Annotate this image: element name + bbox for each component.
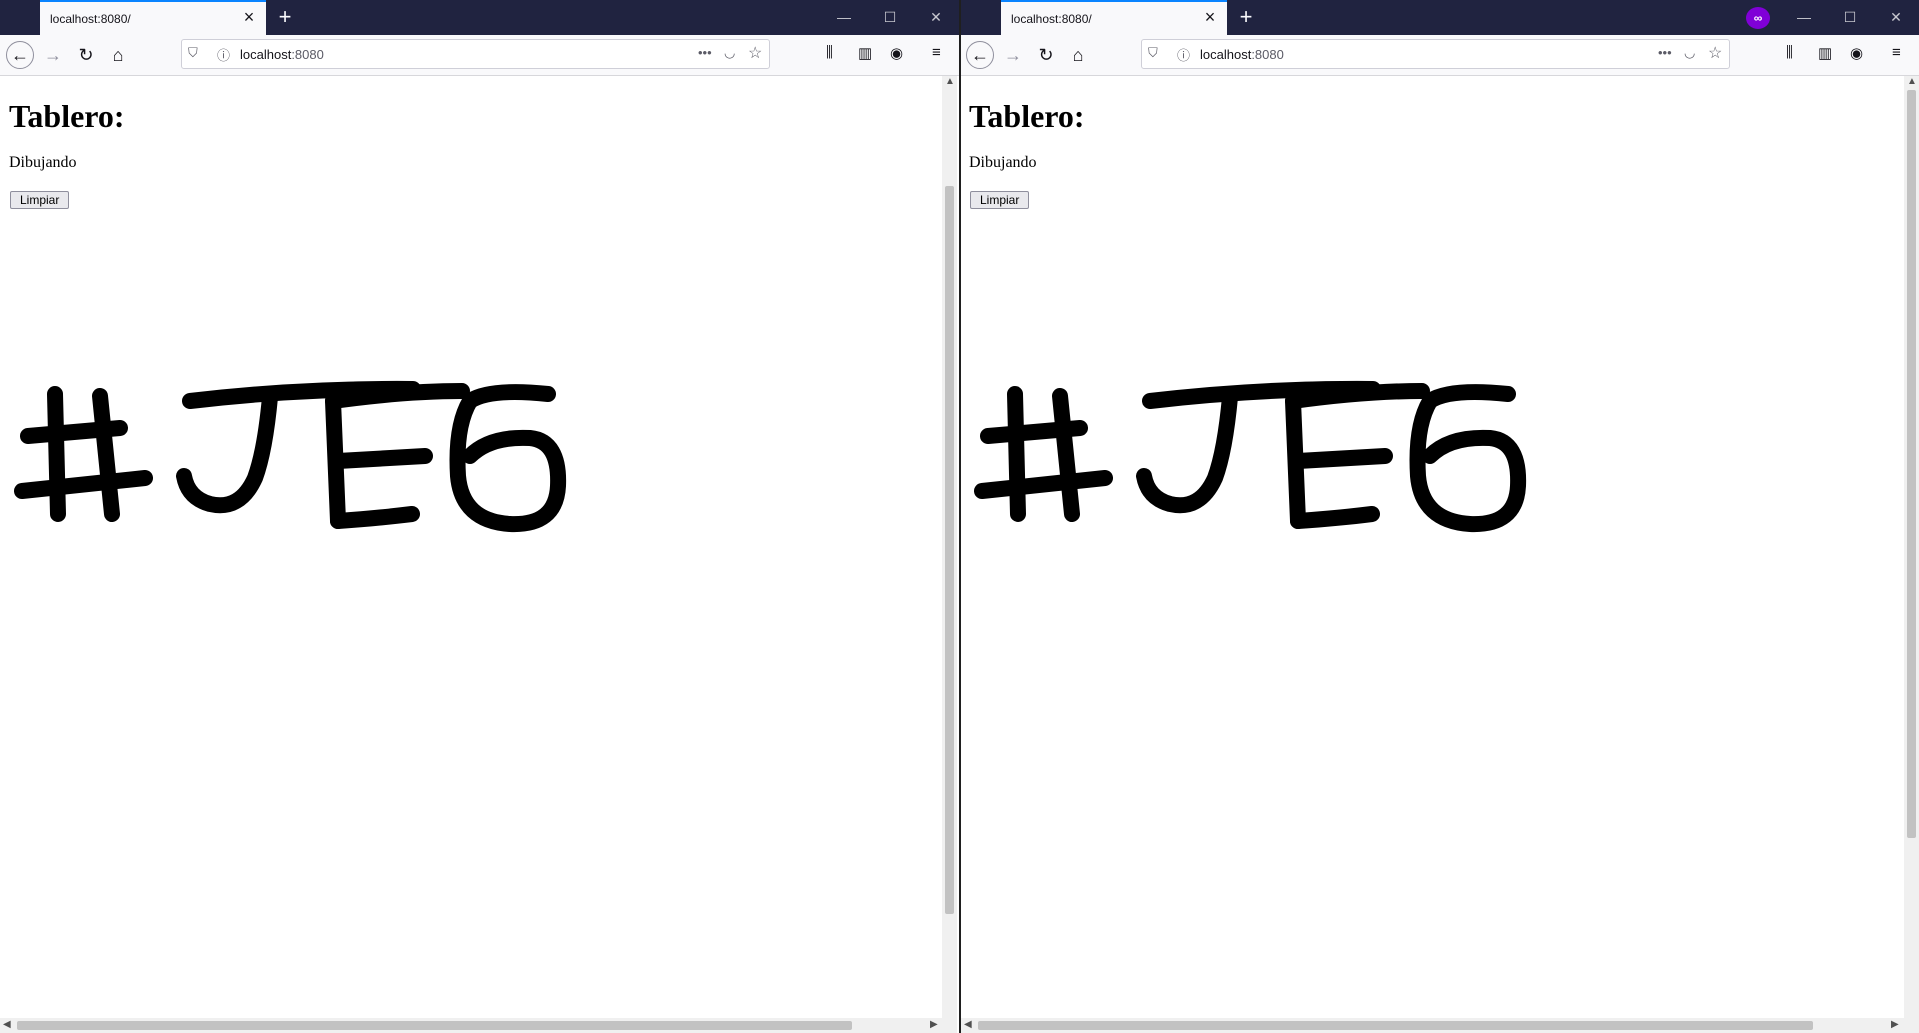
minimize-icon[interactable]: —: [821, 0, 867, 35]
sidebar-icon[interactable]: ▥: [858, 44, 872, 62]
drawing-canvas[interactable]: [961, 276, 1560, 576]
arrow-left-icon[interactable]: ←: [6, 41, 34, 69]
info-icon[interactable]: ⓘ: [217, 45, 230, 64]
scroll-up-icon[interactable]: ▲: [945, 76, 955, 87]
navigation-toolbar: ← → ↻ ⌂ ⛉ ⓘ localhost:8080 ••• ◡ ☆ ⫼ ▥ ◉…: [0, 35, 959, 76]
pocket-icon[interactable]: ◡: [1684, 45, 1695, 61]
vertical-scroll-thumb[interactable]: [945, 186, 954, 914]
home-icon[interactable]: ⌂: [1064, 41, 1092, 69]
page-title: Tablero:: [9, 98, 125, 134]
status-text: Dibujando: [969, 154, 1037, 171]
more-icon[interactable]: •••: [1658, 45, 1672, 60]
hamburger-menu-icon[interactable]: ≡: [1892, 44, 1901, 61]
navigation-toolbar: ← → ↻ ⌂ ⛉ ⓘ localhost:8080 ••• ◡ ☆ ⫼ ▥ ◉…: [961, 35, 1919, 76]
close-window-icon[interactable]: ✕: [1873, 0, 1919, 35]
close-window-icon[interactable]: ✕: [913, 0, 959, 35]
account-icon[interactable]: ◉: [1850, 44, 1863, 62]
shield-icon[interactable]: ⛉: [188, 45, 198, 61]
scroll-left-icon[interactable]: ◀: [3, 1019, 11, 1030]
page-title: Tablero:: [969, 98, 1085, 134]
more-icon[interactable]: •••: [698, 45, 712, 60]
home-icon[interactable]: ⌂: [104, 41, 132, 69]
maximize-icon[interactable]: ☐: [1827, 0, 1873, 35]
maximize-icon[interactable]: ☐: [867, 0, 913, 35]
handwritten-drawing: [974, 380, 1527, 533]
clear-button[interactable]: Limpiar: [10, 191, 70, 209]
close-icon[interactable]: ×: [240, 8, 258, 26]
hamburger-menu-icon[interactable]: ≡: [932, 44, 941, 61]
star-icon[interactable]: ☆: [1708, 43, 1722, 63]
horizontal-scroll-thumb[interactable]: [978, 1021, 1813, 1030]
reload-icon[interactable]: ↻: [1032, 41, 1060, 69]
url-host: localhost: [1200, 47, 1252, 62]
browser-window-left: localhost:8080/ × + — ☐ ✕ ← → ↻ ⌂ ⛉ ⓘ lo…: [0, 0, 961, 1033]
url-port: :8080: [291, 47, 324, 62]
pocket-icon[interactable]: ◡: [724, 45, 735, 61]
tab-title: localhost:8080/: [1011, 12, 1092, 26]
scroll-right-icon[interactable]: ▶: [930, 1019, 938, 1030]
url-bar[interactable]: ⛉ ⓘ localhost:8080 ••• ◡ ☆: [181, 39, 770, 69]
url-text[interactable]: localhost:8080: [1200, 47, 1284, 62]
horizontal-scrollbar[interactable]: ◀ ▶: [0, 1018, 957, 1033]
tab-localhost[interactable]: localhost:8080/ ×: [1001, 0, 1227, 35]
arrow-right-icon[interactable]: →: [999, 41, 1027, 69]
horizontal-scrollbar[interactable]: ◀ ▶: [961, 1018, 1919, 1033]
info-icon[interactable]: ⓘ: [1177, 45, 1190, 64]
handwritten-drawing: [14, 380, 567, 533]
tab-bar: localhost:8080/ × + ∞ — ☐ ✕: [961, 0, 1919, 35]
sidebar-icon[interactable]: ▥: [1818, 44, 1832, 62]
page-content: Tablero: Dibujando Limpiar: [0, 76, 959, 1033]
url-host: localhost: [240, 47, 292, 62]
vertical-scrollbar[interactable]: ▲ ▼: [942, 76, 957, 1032]
drawing-canvas[interactable]: [0, 276, 600, 576]
minimize-icon[interactable]: —: [1781, 0, 1827, 35]
horizontal-scroll-thumb[interactable]: [17, 1021, 852, 1030]
url-port: :8080: [1251, 47, 1284, 62]
shield-icon[interactable]: ⛉: [1148, 45, 1158, 61]
vertical-scrollbar[interactable]: ▲ ▼: [1904, 76, 1919, 1032]
tab-localhost[interactable]: localhost:8080/ ×: [40, 0, 266, 35]
scroll-right-icon[interactable]: ▶: [1891, 1019, 1899, 1030]
status-text: Dibujando: [9, 154, 77, 171]
scroll-left-icon[interactable]: ◀: [964, 1019, 972, 1030]
library-icon[interactable]: ⫼: [1786, 44, 1793, 61]
reload-icon[interactable]: ↻: [72, 41, 100, 69]
scroll-up-icon[interactable]: ▲: [1907, 76, 1917, 87]
tab-title: localhost:8080/: [50, 12, 131, 26]
browser-window-right: localhost:8080/ × + ∞ — ☐ ✕ ← → ↻ ⌂ ⛉ ⓘ …: [961, 0, 1919, 1033]
account-icon[interactable]: ◉: [890, 44, 903, 62]
private-browsing-icon: ∞: [1746, 7, 1770, 29]
plus-icon[interactable]: +: [1233, 4, 1259, 30]
vertical-scroll-thumb[interactable]: [1907, 90, 1916, 838]
star-icon[interactable]: ☆: [748, 43, 762, 63]
arrow-right-icon[interactable]: →: [39, 41, 67, 69]
url-text[interactable]: localhost:8080: [240, 47, 324, 62]
library-icon[interactable]: ⫼: [826, 44, 833, 61]
tab-bar: localhost:8080/ × + — ☐ ✕: [0, 0, 959, 35]
page-content: Tablero: Dibujando Limpiar: [961, 76, 1919, 1033]
close-icon[interactable]: ×: [1201, 8, 1219, 26]
plus-icon[interactable]: +: [272, 4, 298, 30]
url-bar[interactable]: ⛉ ⓘ localhost:8080 ••• ◡ ☆: [1141, 39, 1730, 69]
arrow-left-icon[interactable]: ←: [966, 41, 994, 69]
clear-button[interactable]: Limpiar: [970, 191, 1030, 209]
